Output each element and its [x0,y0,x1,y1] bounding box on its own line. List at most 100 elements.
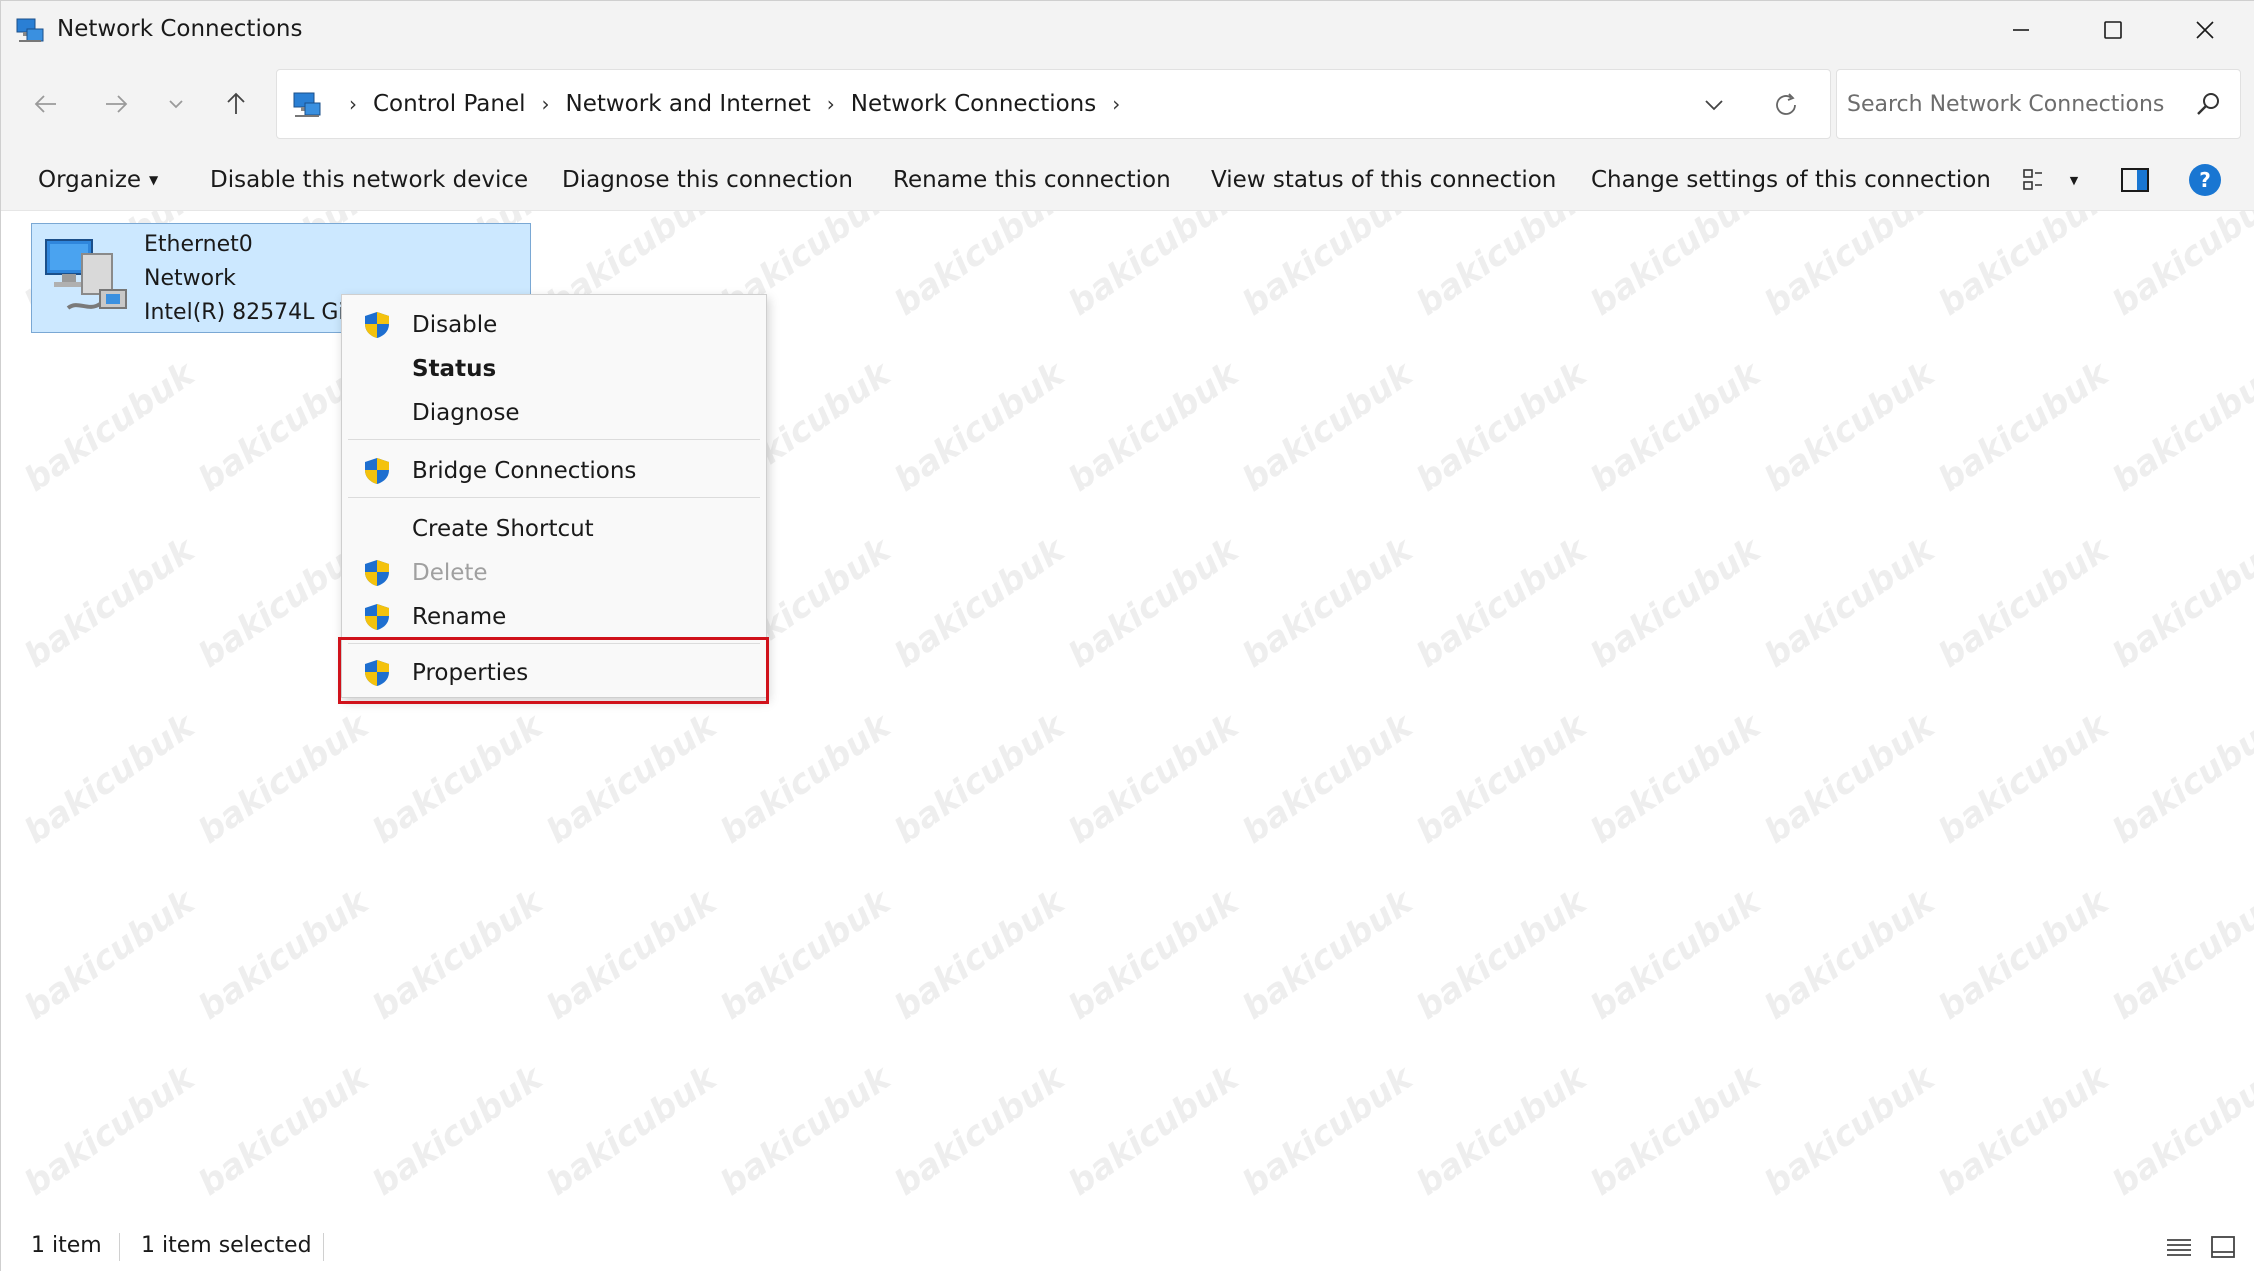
watermark-text: bakicubuk [17,882,202,1028]
breadcrumb-separator[interactable]: › [1112,92,1120,116]
window-title: Network Connections [57,16,303,42]
status-divider [323,1233,324,1261]
item-count: 1 item [31,1233,102,1258]
uac-shield-icon [365,312,389,338]
large-icons-view-icon[interactable] [2207,1231,2239,1263]
watermark-text: bakicubuk [887,706,1072,852]
maximize-icon [2104,21,2122,39]
menu-item-status[interactable]: Status [342,347,768,391]
maximize-button[interactable] [2067,1,2159,59]
breadcrumb-separator[interactable]: › [542,92,550,116]
recent-locations-button[interactable] [151,81,201,127]
search-box[interactable] [1836,69,2241,139]
refresh-icon[interactable] [1769,88,1803,122]
watermark-text: bakicubuk [191,706,376,852]
watermark-text: bakicubuk [17,354,202,500]
menu-item-delete: Delete [342,551,768,595]
watermark-text: bakicubuk [1235,1058,1420,1204]
help-button[interactable]: ? [2187,163,2223,197]
file-list-area[interactable]: bakicubuk bakicubuk bakicubuk bakicubuk baki… [1,211,2254,1221]
search-input[interactable] [1847,84,2177,124]
watermark-text: bakicubuk [1409,211,1594,324]
chevron-down-icon [169,100,183,109]
watermark-text: bakicubuk [1583,211,1768,324]
watermark-text: bakicubuk [1757,530,1942,676]
breadcrumb-network-connections[interactable]: Network Connections [851,91,1096,117]
details-view-icon[interactable] [2163,1231,2195,1263]
address-bar[interactable]: › Control Panel › Network and Internet ›… [276,69,1831,139]
menu-label: Create Shortcut [412,516,594,542]
menu-label: Diagnose [412,400,520,426]
watermark-text: bakicubuk [1931,882,2116,1028]
menu-label: Delete [412,560,488,586]
network-adapter-icon [45,239,127,310]
network-connections-icon [16,18,44,42]
menu-item-diagnose[interactable]: Diagnose [342,391,768,435]
watermark-text: bakicubuk [887,211,1072,324]
view-status-button[interactable]: View status of this connection [1211,149,1556,211]
watermark-text: bakicubuk [539,882,724,1028]
change-settings-button[interactable]: Change settings of this connection [1591,149,1991,211]
watermark-text: bakicubuk [1235,706,1420,852]
menu-item-rename[interactable]: Rename [342,595,768,639]
watermark-layer: bakicubuk bakicubuk bakicubuk bakicubuk baki… [1,211,2254,1221]
menu-label: Bridge Connections [412,458,637,484]
uac-shield-icon [365,604,389,630]
selection-count: 1 item selected [141,1233,312,1258]
back-button[interactable] [21,81,71,127]
watermark-text: bakicubuk [2105,882,2254,1028]
rename-connection-button[interactable]: Rename this connection [893,149,1171,211]
menu-item-disable[interactable]: Disable [342,303,768,347]
search-icon[interactable] [2192,88,2224,120]
watermark-text: bakicubuk [1757,1058,1942,1204]
menu-item-create-shortcut[interactable]: Create Shortcut [342,507,768,551]
breadcrumb-network-and-internet[interactable]: Network and Internet [566,91,811,117]
watermark-text: bakicubuk [1931,530,2116,676]
network-connections-window: Network Connections › Control Panel › Ne… [0,0,2254,1272]
caret-down-icon: ▼ [2069,173,2079,187]
close-button[interactable] [2159,1,2251,59]
address-dropdown-icon[interactable] [1697,88,1731,122]
watermark-text: bakicubuk [713,1058,898,1204]
watermark-text: bakicubuk [1409,530,1594,676]
watermark-text: bakicubuk [1061,706,1246,852]
arrow-left-icon [34,95,56,113]
breadcrumb-separator[interactable]: › [827,92,835,116]
minimize-button[interactable] [1975,1,2067,59]
watermark-text: bakicubuk [1235,211,1420,324]
forward-button[interactable] [91,81,141,127]
menu-item-bridge-connections[interactable]: Bridge Connections [342,449,768,493]
watermark-text: bakicubuk [1931,354,2116,500]
title-bar: Network Connections [1,1,2254,59]
watermark-text: bakicubuk [1757,211,1942,324]
watermark-text: bakicubuk [1931,211,2116,324]
watermark-text: bakicubuk [1583,530,1768,676]
breadcrumb-control-panel[interactable]: Control Panel [373,91,526,117]
view-options-icon [2023,169,2042,190]
watermark-text: bakicubuk [887,1058,1072,1204]
menu-label: Rename [412,604,507,630]
watermark-text: bakicubuk [1409,1058,1594,1204]
status-bar: 1 item 1 item selected [1,1221,2254,1272]
change-view-button[interactable] [2019,163,2055,197]
organize-label: Organize [38,167,142,193]
properties-highlight-box [338,637,769,704]
watermark-text: bakicubuk [1061,530,1246,676]
caret-down-icon: ▼ [149,173,159,187]
disable-device-button[interactable]: Disable this network device [210,149,528,211]
preview-pane-button[interactable] [2117,163,2153,197]
organize-menu-button[interactable]: Organize ▼ [38,149,158,211]
up-button[interactable] [211,81,261,127]
watermark-text: bakicubuk [1583,1058,1768,1204]
menu-separator [348,497,760,498]
watermark-text: bakicubuk [1757,354,1942,500]
watermark-text: bakicubuk [1931,1058,2116,1204]
watermark-text: bakicubuk [887,530,1072,676]
uac-shield-icon [365,560,389,586]
diagnose-connection-button[interactable]: Diagnose this connection [562,149,853,211]
arrow-right-icon [106,95,128,113]
watermark-text: bakicubuk [2105,1058,2254,1204]
watermark-text: bakicubuk [2105,706,2254,852]
breadcrumb-separator[interactable]: › [349,92,357,116]
view-options-dropdown[interactable]: ▼ [2057,163,2091,197]
